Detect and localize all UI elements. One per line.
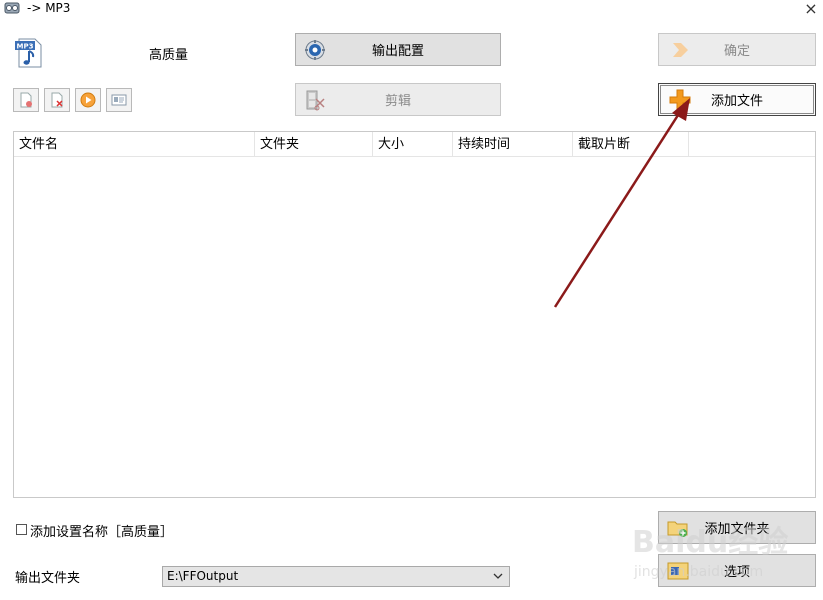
options-button[interactable]: 选项 — [658, 554, 816, 587]
mp3-icon-text: MP3 — [17, 43, 34, 51]
column-header-duration[interactable]: 持续时间 — [453, 132, 573, 156]
output-folder-value: E:\FFOutput — [167, 569, 239, 583]
output-config-button[interactable]: 输出配置 — [295, 33, 501, 66]
info-tool[interactable] — [106, 88, 132, 112]
column-header-folder[interactable]: 文件夹 — [255, 132, 373, 156]
add-file-label: 添加文件 — [710, 94, 763, 109]
edit-button[interactable]: 剪辑 — [295, 83, 501, 116]
add-setting-checkbox[interactable] — [16, 524, 27, 535]
info-icon — [111, 94, 127, 106]
app-icon — [4, 2, 20, 14]
forward-arrow-icon — [673, 42, 688, 57]
edit-label: 剪辑 — [384, 94, 411, 109]
column-header-filename[interactable]: 文件名 — [14, 132, 255, 156]
play-icon — [80, 92, 96, 108]
gear-icon — [305, 39, 325, 60]
add-folder-button[interactable]: 添加文件夹 — [658, 511, 816, 544]
plus-icon — [669, 89, 691, 110]
list-header: 文件名 文件夹 大小 持续时间 截取片断 — [14, 132, 815, 157]
column-header-clip[interactable]: 截取片断 — [573, 132, 689, 156]
confirm-label: 确定 — [723, 44, 750, 59]
play-tool[interactable] — [75, 88, 101, 112]
folder-add-icon — [667, 521, 688, 537]
confirm-button[interactable]: 确定 — [658, 33, 816, 66]
quality-name: 高质量 — [149, 48, 189, 63]
add-folder-label: 添加文件夹 — [704, 522, 770, 537]
column-header-size[interactable]: 大小 — [373, 132, 453, 156]
remove-file-icon — [20, 92, 32, 108]
column-header-empty — [689, 132, 815, 156]
output-config-label: 输出配置 — [371, 44, 424, 59]
clear-list-tool[interactable] — [44, 88, 70, 112]
add-setting-label: 添加设置名称［高质量］ — [30, 525, 174, 540]
window-title: -> MP3 — [27, 1, 71, 15]
close-button[interactable]: × — [800, 0, 822, 18]
scissors-film-icon — [306, 90, 325, 110]
mp3-file-icon: MP3 — [15, 38, 42, 68]
file-list[interactable]: 文件名 文件夹 大小 持续时间 截取片断 — [13, 131, 816, 498]
title-bar: -> MP3 × — [0, 0, 823, 22]
output-folder-label: 输出文件夹 — [15, 571, 81, 586]
clear-list-icon — [51, 92, 63, 108]
options-icon — [667, 562, 689, 579]
remove-file-tool[interactable] — [13, 88, 39, 112]
add-file-button[interactable]: 添加文件 — [658, 83, 816, 116]
options-label: 选项 — [723, 565, 750, 580]
chevron-down-icon — [493, 573, 503, 579]
output-folder-select[interactable]: E:\FFOutput — [162, 566, 510, 587]
